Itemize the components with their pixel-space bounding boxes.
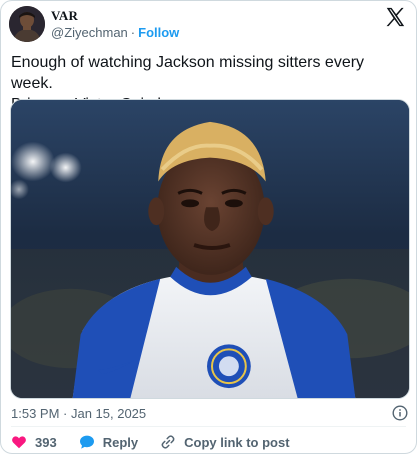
reply-button[interactable]: Reply [79, 434, 138, 450]
player-photo-image [11, 100, 409, 398]
avatar[interactable] [9, 6, 45, 42]
author-names: VAR @Ziyechman · Follow [51, 7, 179, 41]
tweet-header: VAR @Ziyechman · Follow [9, 4, 410, 44]
x-logo-icon[interactable] [384, 6, 406, 28]
timestamp[interactable]: 1:53 PM · Jan 15, 2025 [11, 406, 146, 421]
copy-link-button[interactable]: Copy link to post [160, 434, 290, 450]
chat-bubble-icon [79, 435, 94, 449]
copy-link-label: Copy link to post [184, 434, 290, 450]
link-icon [161, 435, 175, 449]
handle-row: @Ziyechman · Follow [51, 24, 179, 41]
heart-icon [12, 436, 26, 449]
info-icon[interactable] [392, 405, 408, 421]
timestamp-row: 1:53 PM · Jan 15, 2025 [11, 403, 408, 423]
separator: · [130, 25, 136, 40]
like-button[interactable]: 393 [11, 434, 57, 450]
like-count: 393 [35, 434, 57, 450]
divider [11, 426, 406, 427]
tweet-text-line-1: Enough of watching Jackson missing sitte… [11, 54, 365, 92]
action-bar: 393 Reply Copy link to post [11, 432, 408, 452]
avatar-image [9, 6, 45, 42]
follow-button[interactable]: Follow [138, 25, 179, 40]
display-name[interactable]: VAR [51, 7, 179, 24]
tweet-card: VAR @Ziyechman · Follow Enough of watching… [0, 0, 417, 454]
handle[interactable]: @Ziyechman [51, 25, 128, 40]
tweet-photo[interactable] [10, 99, 410, 399]
reply-label: Reply [102, 434, 139, 450]
